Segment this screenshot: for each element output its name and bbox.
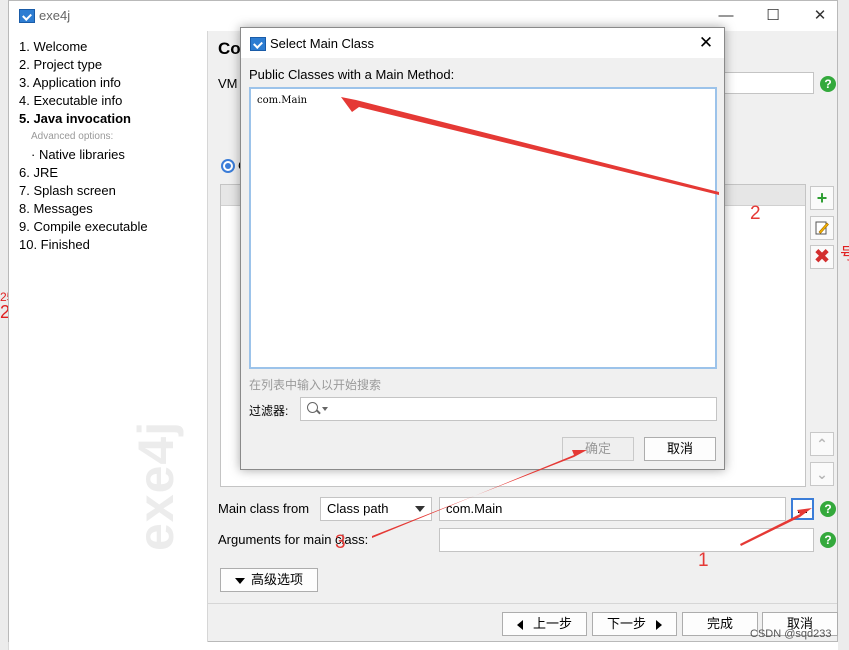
browse-main-class-button[interactable]: ... bbox=[791, 498, 814, 520]
arrow-up-icon[interactable]: ⌃ bbox=[810, 432, 834, 456]
filter-input[interactable] bbox=[300, 397, 717, 421]
main-class-list[interactable]: com.Main bbox=[249, 87, 717, 369]
footer-divider bbox=[208, 603, 837, 604]
step-splash-screen[interactable]: 7. Splash screen bbox=[19, 183, 116, 198]
step-finished[interactable]: 10. Finished bbox=[19, 237, 90, 252]
dialog-title: Select Main Class bbox=[270, 36, 375, 51]
advanced-options-label: Advanced options: bbox=[31, 131, 114, 142]
search-hint: 在列表中输入以开始搜索 bbox=[249, 378, 382, 392]
list-item[interactable]: com.Main bbox=[257, 95, 307, 106]
background-text: 号 bbox=[840, 246, 849, 263]
edit-icon[interactable] bbox=[810, 216, 834, 240]
dropdown-triangle-icon bbox=[234, 577, 245, 584]
minimize-button[interactable]: — bbox=[711, 5, 741, 27]
chevron-down-icon bbox=[322, 407, 328, 411]
main-class-field[interactable]: com.Main bbox=[439, 497, 786, 521]
back-label: 上一步 bbox=[532, 616, 572, 631]
maximize-button[interactable]: ☐ bbox=[758, 5, 788, 27]
arrow-left-icon bbox=[516, 619, 523, 630]
step-executable-info[interactable]: 4. Executable info bbox=[19, 93, 122, 108]
step-messages[interactable]: 8. Messages bbox=[19, 201, 93, 216]
exe4j-app-icon bbox=[19, 9, 35, 23]
step-project-type[interactable]: 2. Project type bbox=[19, 57, 102, 72]
advanced-options-label: 高级选项 bbox=[250, 572, 303, 587]
window-title: exe4j bbox=[39, 8, 71, 23]
arrow-right-icon bbox=[656, 619, 662, 630]
step-application-info[interactable]: 3. Application info bbox=[19, 75, 121, 90]
step-java-invocation[interactable]: 5. Java invocation bbox=[19, 111, 131, 126]
step-native-libraries[interactable]: · Native libraries bbox=[31, 147, 125, 162]
csdn-watermark: CSDN @sqd233 bbox=[750, 628, 832, 640]
finish-button[interactable]: 完成 bbox=[682, 612, 758, 636]
wizard-steps-sidebar: 1. Welcome 2. Project type 3. Applicatio… bbox=[9, 31, 208, 642]
page-title: Co bbox=[218, 39, 241, 58]
ok-button[interactable]: 确定 bbox=[562, 437, 634, 461]
main-classes-label: Public Classes with a Main Method: bbox=[249, 67, 455, 82]
close-icon[interactable]: ✕ bbox=[694, 32, 718, 54]
main-class-source-select[interactable]: Class path bbox=[320, 497, 432, 521]
remove-icon[interactable]: ✖ bbox=[810, 245, 834, 269]
annotation-label-1: 1 bbox=[698, 550, 709, 571]
plus-icon[interactable]: + bbox=[810, 186, 834, 210]
back-button[interactable]: 上一步 bbox=[502, 612, 587, 636]
dialog-title-bar: Select Main Class ✕ bbox=[241, 28, 724, 58]
classpath-radio[interactable] bbox=[221, 159, 235, 173]
arguments-field[interactable] bbox=[439, 528, 814, 552]
arguments-label: Arguments for main class: bbox=[218, 532, 369, 547]
arrow-down-icon[interactable]: ⌄ bbox=[810, 462, 834, 486]
filter-label: 过滤器: bbox=[249, 404, 289, 418]
next-label: 下一步 bbox=[606, 616, 646, 631]
step-welcome[interactable]: 1. Welcome bbox=[19, 39, 87, 54]
annotation-label-2: 2 bbox=[750, 203, 761, 224]
main-class-source-value: Class path bbox=[327, 501, 389, 516]
main-class-from-label: Main class from bbox=[218, 501, 310, 516]
vm-parameters-label: VM bbox=[218, 76, 238, 91]
dialog-cancel-button[interactable]: 取消 bbox=[644, 437, 716, 461]
select-main-class-dialog: Select Main Class ✕ Public Classes with … bbox=[240, 27, 725, 470]
exe4j-app-icon bbox=[250, 37, 266, 51]
help-icon[interactable]: ? bbox=[820, 501, 836, 517]
chevron-down-icon bbox=[415, 506, 425, 512]
step-compile-executable[interactable]: 9. Compile executable bbox=[19, 219, 148, 234]
exe4j-watermark: exe4j bbox=[128, 420, 184, 551]
background-window-right: 号 bbox=[838, 0, 849, 650]
vm-parameters-field[interactable] bbox=[724, 72, 814, 94]
help-icon[interactable]: ? bbox=[820, 76, 836, 92]
next-button[interactable]: 下一步 bbox=[592, 612, 677, 636]
search-icon bbox=[307, 402, 318, 413]
close-button[interactable]: ✕ bbox=[805, 5, 835, 27]
step-jre[interactable]: 6. JRE bbox=[19, 165, 58, 180]
help-icon[interactable]: ? bbox=[820, 532, 836, 548]
annotation-label-3: 3 bbox=[335, 532, 346, 553]
advanced-options-button[interactable]: 高级选项 bbox=[220, 568, 318, 592]
